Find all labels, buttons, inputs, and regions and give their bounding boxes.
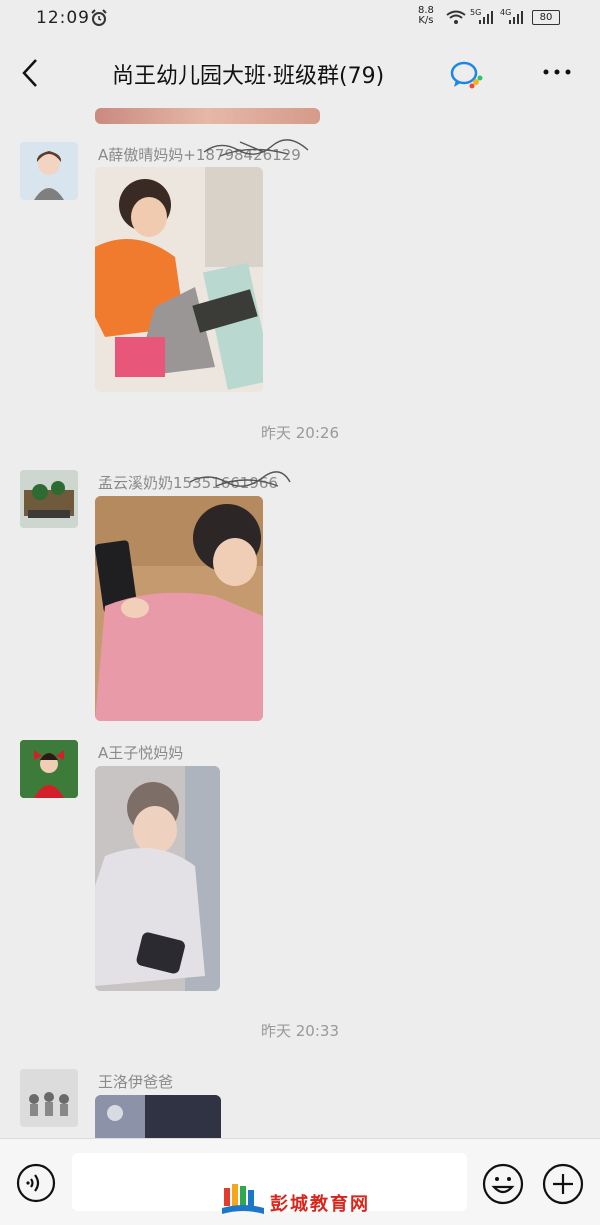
- voice-icon[interactable]: [16, 1163, 56, 1203]
- plus-icon[interactable]: [542, 1163, 584, 1205]
- watermark-logo: 彭城教育网: [216, 1182, 396, 1222]
- status-time: 12:09: [36, 8, 90, 28]
- message-image[interactable]: [95, 766, 220, 991]
- message-image[interactable]: [95, 167, 263, 392]
- avatar[interactable]: [20, 470, 78, 528]
- redaction-scribble: [189, 471, 291, 487]
- avatar[interactable]: [20, 1069, 78, 1127]
- wifi-icon: [446, 10, 466, 24]
- message-timestamp: 昨天 20:26: [261, 424, 339, 442]
- signal-icon-2: [509, 11, 523, 24]
- back-arrow-icon[interactable]: [20, 58, 40, 88]
- avatar[interactable]: [20, 142, 78, 200]
- network-speed: 8.8 K/s: [418, 5, 434, 26]
- redaction-scribble: [203, 139, 309, 157]
- alarm-icon: [91, 9, 107, 26]
- message-image[interactable]: [95, 1095, 221, 1138]
- previous-message-image[interactable]: [95, 108, 320, 124]
- group-chat-icon[interactable]: [450, 60, 484, 90]
- message-image[interactable]: [95, 496, 263, 721]
- book-logo-icon: [222, 1184, 264, 1214]
- more-icon[interactable]: [542, 68, 572, 76]
- page-title: 尚王幼儿园大班·班级群(79): [112, 64, 385, 89]
- battery-indicator: 80: [532, 10, 560, 25]
- emoji-icon[interactable]: [482, 1163, 524, 1205]
- chat-header: 尚王幼儿园大班·班级群(79): [0, 36, 600, 108]
- sender-name: 王洛伊爸爸: [98, 1073, 174, 1091]
- message-timestamp: 昨天 20:33: [261, 1022, 339, 1040]
- signal-icon: [479, 11, 493, 24]
- watermark-text: 彭城教育网: [270, 1194, 370, 1215]
- avatar[interactable]: [20, 740, 78, 798]
- sender-name: A王子悦妈妈: [98, 744, 184, 762]
- status-bar: 12:09 8.8 K/s 5G 4G 80: [0, 0, 600, 36]
